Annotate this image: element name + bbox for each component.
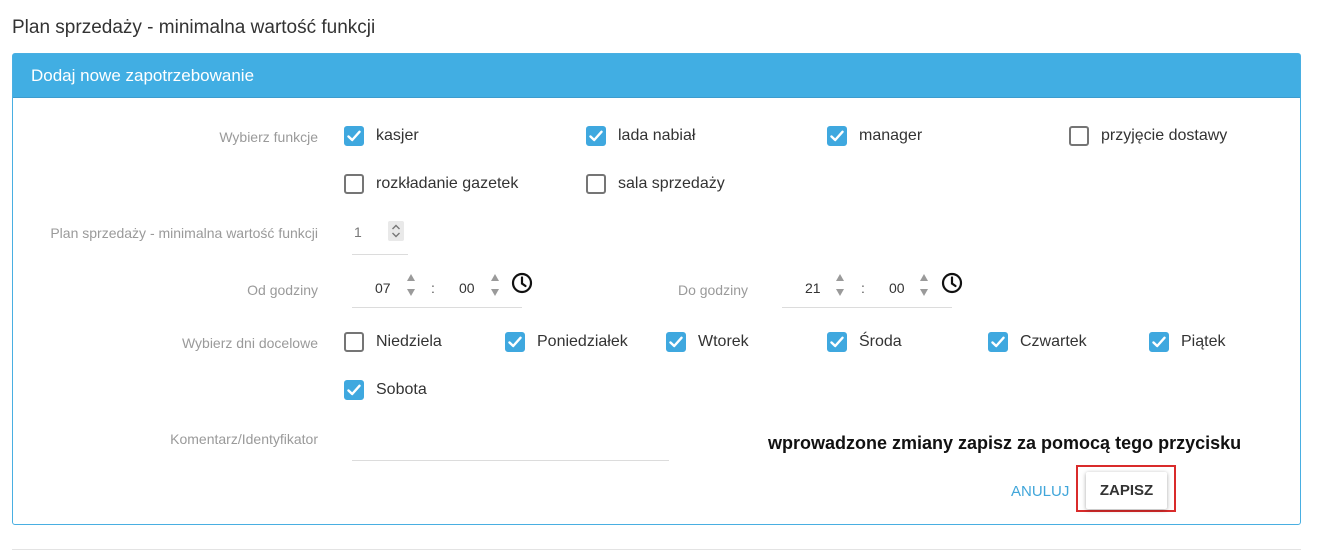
checkbox[interactable] (1069, 126, 1089, 146)
checkbox[interactable] (827, 332, 847, 352)
checkbox-label: Niedziela (376, 333, 442, 350)
checkbox-label: rozkładanie gazetek (376, 175, 519, 192)
panel-header: Dodaj nowe zapotrzebowanie (13, 54, 1300, 98)
time-to-underline (782, 307, 952, 308)
day-checkbox-wtorek[interactable]: Wtorek (666, 332, 749, 352)
time-from-label: Od godziny (247, 282, 318, 298)
page-title: Plan sprzedaży - minimalna wartość funkc… (12, 17, 376, 38)
checkbox[interactable] (344, 126, 364, 146)
min-value-input[interactable]: 1 (354, 224, 362, 240)
time-to-label: Do godziny (677, 282, 748, 298)
comment-label: Komentarz/Identyfikator (170, 431, 318, 447)
checkbox-label: Poniedziałek (537, 333, 628, 350)
check-icon (991, 336, 1005, 348)
time-from-minutes-spinner[interactable] (490, 274, 500, 300)
checkbox-label: kasjer (376, 127, 419, 144)
checkbox-label: Czwartek (1020, 333, 1087, 350)
check-icon (347, 384, 361, 396)
time-to-separator: : (861, 280, 865, 296)
comment-underline (352, 460, 669, 461)
checkbox[interactable] (1149, 332, 1169, 352)
checkbox-label: Piątek (1181, 333, 1226, 350)
checkbox[interactable] (505, 332, 525, 352)
days-label: Wybierz dni docelowe (181, 335, 318, 351)
checkbox[interactable] (586, 174, 606, 194)
check-icon (347, 130, 361, 142)
day-checkbox-czwartek[interactable]: Czwartek (988, 332, 1087, 352)
time-to-hours-spinner[interactable] (835, 274, 845, 300)
time-from-underline (352, 307, 522, 308)
day-checkbox-sroda[interactable]: Środa (827, 332, 902, 352)
function-checkbox-przyjecie-dostawy[interactable]: przyjęcie dostawy (1069, 126, 1227, 146)
time-to-minutes-spinner[interactable] (919, 274, 929, 300)
time-from-separator: : (431, 280, 435, 296)
checkbox-label: sala sprzedaży (618, 175, 725, 192)
day-checkbox-poniedzialek[interactable]: Poniedziałek (505, 332, 628, 352)
check-icon (830, 336, 844, 348)
checkbox[interactable] (827, 126, 847, 146)
day-checkbox-piatek[interactable]: Piątek (1149, 332, 1225, 352)
checkbox-label: Wtorek (698, 333, 749, 350)
function-checkbox-manager[interactable]: manager (827, 126, 922, 146)
function-checkbox-kasjer[interactable]: kasjer (344, 126, 419, 146)
save-button[interactable]: ZAPISZ (1086, 472, 1167, 509)
check-icon (669, 336, 683, 348)
time-to-hours[interactable]: 21 (805, 280, 821, 296)
time-to-minutes[interactable]: 00 (889, 280, 905, 296)
checkbox[interactable] (586, 126, 606, 146)
checkbox-label: przyjęcie dostawy (1101, 127, 1228, 144)
min-value-underline (352, 254, 408, 255)
checkbox[interactable] (344, 332, 364, 352)
check-icon (1152, 336, 1166, 348)
function-checkbox-rozkladanie-gazetek[interactable]: rozkładanie gazetek (344, 174, 518, 194)
check-icon (508, 336, 522, 348)
time-from-minutes[interactable]: 00 (459, 280, 475, 296)
checkbox-label: Sobota (376, 381, 427, 398)
comment-input[interactable] (354, 432, 664, 452)
time-from-hours-spinner[interactable] (406, 274, 416, 300)
functions-label: Wybierz funkcje (219, 129, 318, 145)
checkbox-label: lada nabiał (618, 127, 696, 144)
checkbox-label: manager (859, 127, 923, 144)
day-checkbox-niedziela[interactable]: Niedziela (344, 332, 442, 352)
clock-icon[interactable] (511, 272, 533, 294)
stepper-arrows-icon (392, 224, 400, 238)
checkbox-label: Środa (859, 333, 902, 350)
day-checkbox-sobota[interactable]: Sobota (344, 380, 427, 400)
check-icon (589, 130, 603, 142)
time-from-hours[interactable]: 07 (375, 280, 391, 296)
checkbox[interactable] (666, 332, 686, 352)
check-icon (830, 130, 844, 142)
cancel-button[interactable]: ANULUJ (1011, 483, 1069, 500)
min-value-stepper[interactable] (388, 221, 404, 241)
checkbox[interactable] (988, 332, 1008, 352)
function-checkbox-sala-sprzedazy[interactable]: sala sprzedaży (586, 174, 725, 194)
bottom-divider (12, 549, 1301, 550)
clock-icon[interactable] (941, 272, 963, 294)
checkbox[interactable] (344, 380, 364, 400)
min-value-label: Plan sprzedaży - minimalna wartość funkc… (50, 225, 318, 241)
save-hint-text: wprowadzone zmiany zapisz za pomocą tego… (768, 433, 1242, 453)
function-checkbox-lada-nabial[interactable]: lada nabiał (586, 126, 695, 146)
checkbox[interactable] (344, 174, 364, 194)
